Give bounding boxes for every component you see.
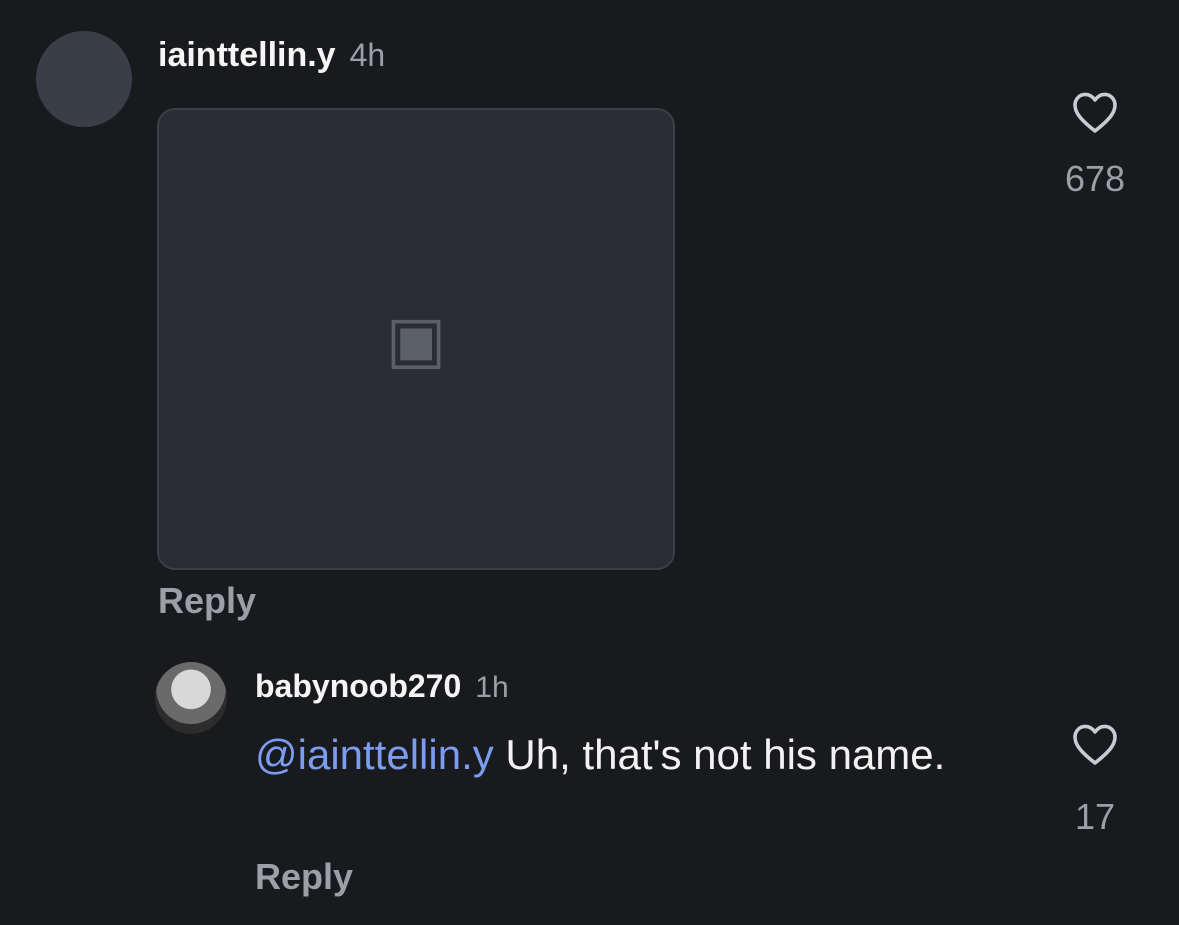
username[interactable]: iainttellin.y [158,36,336,75]
comment-thread: iainttellin.y 4h ▣ Reply 678 babynoob270… [0,0,1179,925]
like-count: 17 [1074,796,1116,837]
like-button[interactable]: 678 [1055,90,1135,200]
heart-outline-icon [1073,724,1117,765]
timestamp: 4h [349,37,386,73]
like-count: 678 [1064,158,1126,199]
reply-button[interactable]: Reply [158,580,256,622]
reply-button[interactable]: Reply [255,856,353,898]
username[interactable]: babynoob270 [255,668,461,705]
image-icon: ▣ [385,302,447,375]
timestamp: 1h [475,671,509,704]
comment-text: Uh, that's not his name. [493,731,946,778]
mention-link[interactable]: @iainttellin.y [255,731,494,778]
comment-header: iainttellin.y 4h [158,36,385,75]
image-attachment[interactable]: ▣ [157,108,675,570]
comment-body: @iainttellin.y Uh, that's not his name. [255,728,975,782]
avatar[interactable] [36,31,132,127]
like-button[interactable]: 17 [1055,722,1135,838]
heart-outline-icon [1073,92,1117,133]
avatar[interactable] [155,662,227,734]
comment-header: babynoob270 1h [255,668,509,705]
